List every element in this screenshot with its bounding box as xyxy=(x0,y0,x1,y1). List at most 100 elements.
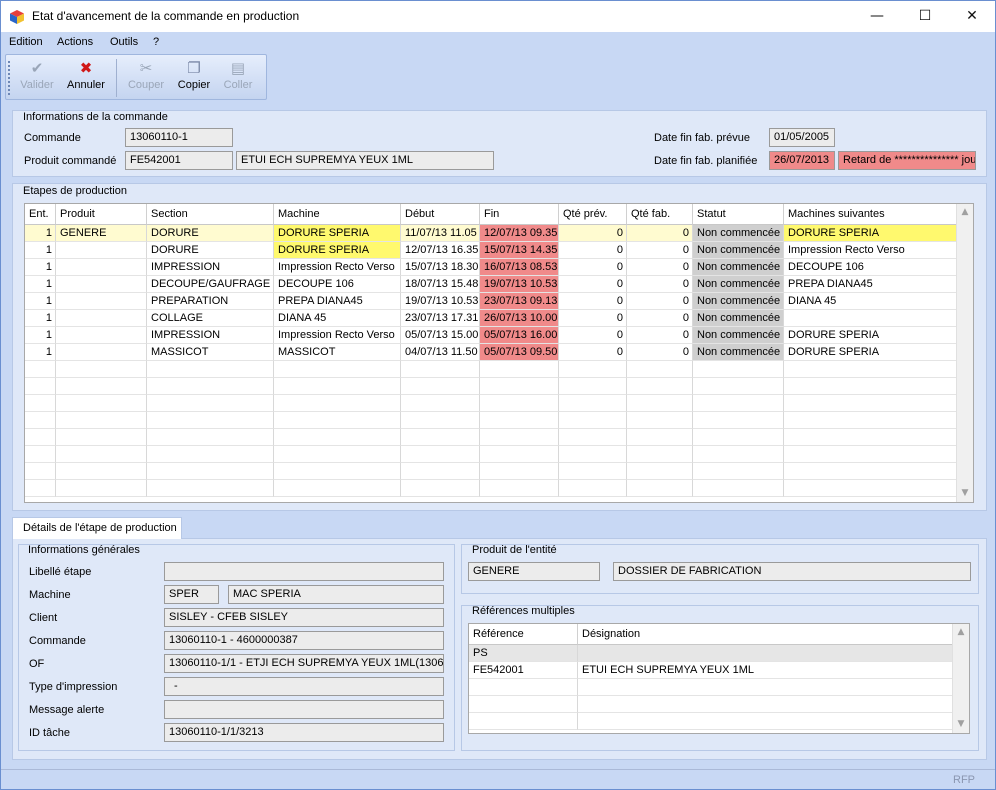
etape-empty-cell[interactable] xyxy=(56,480,147,497)
etape-cell-ent[interactable]: 1 xyxy=(25,344,56,361)
etape-empty-cell[interactable] xyxy=(401,361,480,378)
etape-empty-cell[interactable] xyxy=(480,446,559,463)
etape-empty-cell[interactable] xyxy=(559,429,627,446)
etape-empty-cell[interactable] xyxy=(25,480,56,497)
etape-cell-suivantes[interactable]: DORURE SPERIA xyxy=(784,344,958,361)
etape-cell-ent[interactable]: 1 xyxy=(25,276,56,293)
etape-cell-qte-fab[interactable]: 0 xyxy=(627,327,693,344)
etape-cell-suivantes[interactable] xyxy=(784,310,958,327)
etape-empty-cell[interactable] xyxy=(627,446,693,463)
etape-cell-section[interactable]: IMPRESSION xyxy=(147,327,274,344)
ref-cell-designation[interactable]: ETUI ECH SUPREMYA YEUX 1ML xyxy=(578,662,953,679)
etape-empty-cell[interactable] xyxy=(274,412,401,429)
retard-field[interactable]: Retard de *************** jours xyxy=(838,151,976,170)
etape-cell-section[interactable]: PREPARATION xyxy=(147,293,274,310)
etape-cell-suivantes[interactable]: DECOUPE 106 xyxy=(784,259,958,276)
scroll-up-icon[interactable]: ▲ xyxy=(957,204,973,221)
date-prevue-field[interactable]: 01/05/2005 xyxy=(769,128,835,147)
menu-edition[interactable]: Edition xyxy=(9,36,43,48)
etape-cell-produit[interactable] xyxy=(56,242,147,259)
etape-cell-machine[interactable]: DECOUPE 106 xyxy=(274,276,401,293)
menu-actions[interactable]: Actions xyxy=(57,36,93,48)
etape-cell-qte-fab[interactable]: 0 xyxy=(627,344,693,361)
etape-empty-cell[interactable] xyxy=(693,480,784,497)
etape-empty-cell[interactable] xyxy=(627,395,693,412)
of-field[interactable]: 13060110-1/1 - ETJI ECH SUPREMYA YEUX 1M… xyxy=(164,654,444,673)
date-planifiee-field[interactable]: 26/07/2013 xyxy=(769,151,835,170)
etape-empty-cell[interactable] xyxy=(693,395,784,412)
etape-empty-cell[interactable] xyxy=(480,480,559,497)
etape-cell-fin[interactable]: 16/07/13 08.53 xyxy=(480,259,559,276)
etape-empty-cell[interactable] xyxy=(274,480,401,497)
etape-cell-qte-prev[interactable]: 0 xyxy=(559,259,627,276)
etape-empty-cell[interactable] xyxy=(693,446,784,463)
copier-button[interactable]: ❐ Copier xyxy=(171,57,217,97)
etape-empty-cell[interactable] xyxy=(25,429,56,446)
etape-cell-machine[interactable]: Impression Recto Verso xyxy=(274,259,401,276)
ref-scroll-down-icon[interactable]: ▼ xyxy=(953,716,969,733)
etapes-grid[interactable]: Ent. Produit Section Machine Début Fin Q… xyxy=(24,203,974,503)
etape-empty-cell[interactable] xyxy=(25,412,56,429)
id-tache-field[interactable]: 13060110-1/1/3213 xyxy=(164,723,444,742)
etape-empty-cell[interactable] xyxy=(627,361,693,378)
ref-cell-reference[interactable]: PS xyxy=(469,645,578,662)
etape-cell-produit[interactable] xyxy=(56,310,147,327)
etape-empty-cell[interactable] xyxy=(559,361,627,378)
etape-cell-statut[interactable]: Non commencée xyxy=(693,310,784,327)
etape-cell-statut[interactable]: Non commencée xyxy=(693,276,784,293)
etape-empty-cell[interactable] xyxy=(627,463,693,480)
scroll-down-icon[interactable]: ▼ xyxy=(957,485,973,502)
etape-empty-cell[interactable] xyxy=(784,395,958,412)
etape-empty-cell[interactable] xyxy=(401,480,480,497)
etape-empty-cell[interactable] xyxy=(784,480,958,497)
etape-empty-cell[interactable] xyxy=(401,446,480,463)
etape-empty-cell[interactable] xyxy=(627,378,693,395)
etape-empty-cell[interactable] xyxy=(627,412,693,429)
produit-code-field[interactable]: FE542001 xyxy=(125,151,233,170)
etape-empty-cell[interactable] xyxy=(693,412,784,429)
etape-empty-cell[interactable] xyxy=(25,463,56,480)
etape-empty-cell[interactable] xyxy=(480,378,559,395)
etape-cell-debut[interactable]: 11/07/13 11.05 xyxy=(401,225,480,242)
etape-empty-cell[interactable] xyxy=(401,395,480,412)
etape-empty-cell[interactable] xyxy=(693,429,784,446)
tab-details-etape[interactable]: Détails de l'étape de production xyxy=(12,517,182,539)
references-vertical-scrollbar[interactable]: ▲ ▼ xyxy=(952,624,969,733)
minimize-button[interactable]: — xyxy=(854,1,900,32)
etape-empty-cell[interactable] xyxy=(480,361,559,378)
etape-cell-ent[interactable]: 1 xyxy=(25,259,56,276)
etape-cell-section[interactable]: COLLAGE xyxy=(147,310,274,327)
etape-cell-qte-fab[interactable]: 0 xyxy=(627,242,693,259)
ref-empty-cell[interactable] xyxy=(578,713,953,730)
etape-cell-produit[interactable] xyxy=(56,327,147,344)
etape-cell-qte-prev[interactable]: 0 xyxy=(559,276,627,293)
etape-cell-statut[interactable]: Non commencée xyxy=(693,293,784,310)
valider-button[interactable]: ✔ Valider xyxy=(14,57,60,97)
type-impression-field[interactable]: - xyxy=(164,677,444,696)
etape-empty-cell[interactable] xyxy=(56,429,147,446)
produit-entite-desc-field[interactable]: DOSSIER DE FABRICATION xyxy=(613,562,971,581)
etape-empty-cell[interactable] xyxy=(559,412,627,429)
ref-empty-cell[interactable] xyxy=(469,713,578,730)
close-button[interactable]: ✕ xyxy=(949,1,995,32)
etape-empty-cell[interactable] xyxy=(274,463,401,480)
etape-cell-ent[interactable]: 1 xyxy=(25,225,56,242)
couper-button[interactable]: ✂ Couper xyxy=(123,57,169,97)
libelle-etape-field[interactable] xyxy=(164,562,444,581)
etape-empty-cell[interactable] xyxy=(25,395,56,412)
menu-help[interactable]: ? xyxy=(153,36,159,48)
etape-empty-cell[interactable] xyxy=(25,378,56,395)
etape-empty-cell[interactable] xyxy=(559,463,627,480)
etape-cell-qte-fab[interactable]: 0 xyxy=(627,259,693,276)
etape-cell-fin[interactable]: 12/07/13 09.35 xyxy=(480,225,559,242)
etape-cell-debut[interactable]: 05/07/13 15.00 xyxy=(401,327,480,344)
etape-empty-cell[interactable] xyxy=(274,395,401,412)
etape-empty-cell[interactable] xyxy=(147,463,274,480)
etape-empty-cell[interactable] xyxy=(480,395,559,412)
etape-cell-statut[interactable]: Non commencée xyxy=(693,344,784,361)
etape-cell-fin[interactable]: 26/07/13 10.00 xyxy=(480,310,559,327)
etape-cell-statut[interactable]: Non commencée xyxy=(693,242,784,259)
etape-cell-ent[interactable]: 1 xyxy=(25,242,56,259)
etape-cell-qte-prev[interactable]: 0 xyxy=(559,225,627,242)
message-alerte-field[interactable] xyxy=(164,700,444,719)
